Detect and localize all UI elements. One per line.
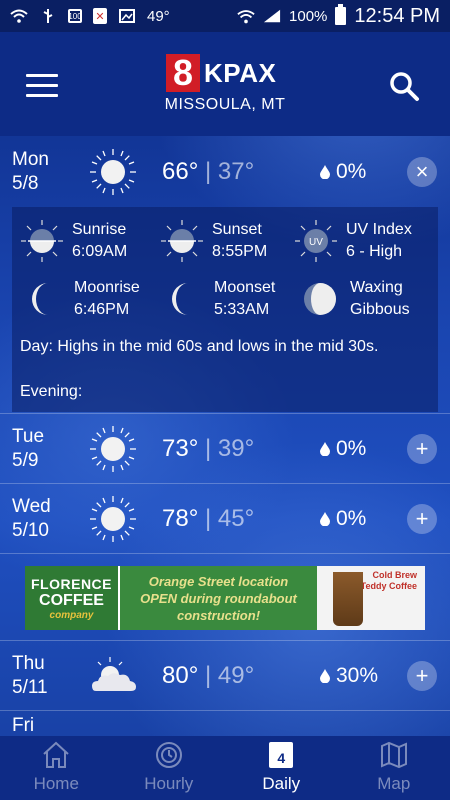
day-label: Fri <box>12 715 35 736</box>
sunset-icon <box>161 220 203 262</box>
image-icon <box>118 8 136 24</box>
day-label: Tue 5/9 <box>12 425 45 471</box>
cell-signal-icon <box>263 8 281 24</box>
nav-daily[interactable]: 4 Daily <box>225 736 338 800</box>
uv-index-item: UV UV Index 6 - High <box>294 219 412 263</box>
day-row-fri[interactable]: Fri <box>0 710 450 736</box>
ad-brand-logo: FLORENCE COFFEE company <box>25 566 120 630</box>
collapse-button[interactable]: × <box>407 157 437 187</box>
evening-forecast-text: Evening: <box>20 383 83 400</box>
raindrop-icon <box>320 441 330 456</box>
sunrise-item: Sunrise 6:09AM <box>20 219 127 263</box>
calendar-icon: 4 <box>269 742 294 768</box>
day-label: Mon 5/8 <box>12 149 49 194</box>
moonset-label: Moonset <box>214 279 276 296</box>
moon-phase-item: Waxing Gibbous <box>298 277 410 321</box>
nav-map[interactable]: Map <box>338 736 450 800</box>
uv-icon: UV <box>295 220 337 262</box>
status-bar: 100 ✕ 49° 100% 12:54 PM <box>0 0 450 32</box>
day-forecast-text: Day: Highs in the mid 60s and lows in th… <box>20 338 379 355</box>
uv-value: 6 - High <box>346 243 403 260</box>
sun-icon <box>90 425 136 472</box>
partly-cloudy-icon <box>88 719 138 736</box>
temperature: 78° | 45° <box>162 504 255 532</box>
wifi-signal-icon <box>237 8 255 24</box>
crescent-moon-icon <box>32 283 48 315</box>
moonrise-time: 6:46PM <box>74 301 130 318</box>
status-temp: 49° <box>147 7 170 25</box>
ad-product: Cold Brew Teddy Coffee <box>317 566 425 630</box>
menu-icon[interactable] <box>26 74 58 98</box>
expand-button[interactable]: + <box>407 433 437 464</box>
clock-icon <box>155 742 182 768</box>
notification-x-icon: ✕ <box>93 8 107 24</box>
day-label: Wed 5/10 <box>12 495 51 541</box>
waxing-gibbous-icon <box>304 283 336 315</box>
usb-icon <box>39 8 57 24</box>
sunset-label: Sunset <box>212 221 262 238</box>
coffee-cup-icon <box>333 572 363 626</box>
bottom-nav: Home Hourly 4 Daily Map <box>0 736 450 800</box>
home-icon <box>43 741 69 768</box>
sun-icon <box>90 149 136 195</box>
temperature: 73° | 39° <box>162 434 255 462</box>
day-row-tue[interactable]: Tue 5/9 73° | 39° 0% + <box>0 413 450 483</box>
map-icon <box>380 741 407 769</box>
day-row-mon[interactable]: Mon 5/8 66° | 37° 0% × <box>0 137 450 207</box>
moonrise-item: Moonrise 6:46PM <box>22 277 140 321</box>
nav-home[interactable]: Home <box>0 736 113 800</box>
sunrise-icon <box>21 220 63 262</box>
logo-number: 8 <box>166 54 200 92</box>
raindrop-icon <box>320 165 330 179</box>
phase-line1: Waxing <box>350 279 403 296</box>
uv-badge: UV <box>309 237 323 248</box>
precip-chance: 0% <box>320 437 366 461</box>
logo-text: KPAX <box>204 57 277 88</box>
sunset-time: 8:55PM <box>212 243 268 260</box>
precip-chance: 0% <box>320 507 366 531</box>
sun-icon <box>90 495 136 542</box>
moonset-item: Moonset 5:33AM <box>162 277 275 321</box>
clock: 12:54 PM <box>354 4 440 27</box>
raindrop-icon <box>320 668 330 683</box>
battery-percent: 100% <box>289 7 328 25</box>
ad-message: Orange Street location OPEN during round… <box>140 573 297 623</box>
station-logo: 8 KPAX <box>166 54 276 92</box>
day-details-panel: Sunrise 6:09AM Sunset 8:55PM UV UV Index 6 … <box>12 207 438 412</box>
app-header: 8 KPAX MISSOULA, MT <box>0 32 450 136</box>
crescent-moon-icon <box>172 283 188 315</box>
precip-chance: 30% <box>320 664 378 688</box>
expand-button[interactable]: + <box>407 660 437 691</box>
battery-icon <box>335 4 347 25</box>
battery-status-icon: 100 <box>68 9 82 23</box>
wifi-icon <box>10 8 28 24</box>
temperature: 80° | 49° <box>162 661 255 689</box>
phase-line2: Gibbous <box>350 301 410 318</box>
day-label: Thu 5/11 <box>12 652 48 698</box>
day-row-wed[interactable]: Wed 5/10 78° | 45° 0% + <box>0 483 450 553</box>
search-icon[interactable] <box>388 70 420 102</box>
sunrise-label: Sunrise <box>72 221 127 238</box>
ad-banner[interactable]: FLORENCE COFFEE company Orange Street lo… <box>25 566 425 630</box>
partly-cloudy-icon <box>92 656 136 691</box>
moonrise-label: Moonrise <box>74 279 140 296</box>
location-label: MISSOULA, MT <box>164 96 286 113</box>
nav-hourly[interactable]: Hourly <box>113 736 226 800</box>
sunset-item: Sunset 8:55PM <box>160 219 267 263</box>
uv-label: UV Index <box>346 221 412 238</box>
moonset-time: 5:33AM <box>214 301 270 318</box>
temperature: 66° | 37° <box>162 158 255 185</box>
expand-button[interactable]: + <box>407 503 437 534</box>
precip-chance: 0% <box>320 160 366 184</box>
raindrop-icon <box>320 511 330 526</box>
day-row-thu[interactable]: Thu 5/11 80° | 49° 30% + <box>0 640 450 710</box>
sunrise-time: 6:09AM <box>72 243 128 260</box>
